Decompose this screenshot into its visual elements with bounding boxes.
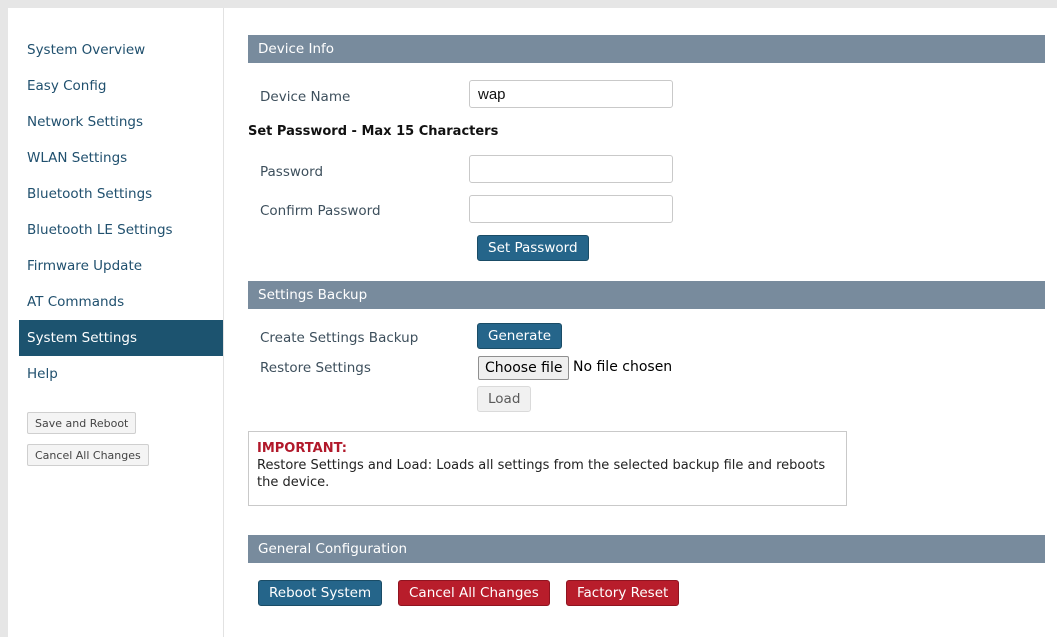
sidebar-item-network-settings[interactable]: Network Settings	[19, 104, 223, 140]
no-file-chosen-text: No file chosen	[573, 359, 673, 375]
sidebar-item-wlan-settings[interactable]: WLAN Settings	[19, 140, 223, 176]
password-input[interactable]	[469, 155, 673, 183]
sidebar-item-system-overview[interactable]: System Overview	[19, 32, 223, 68]
restore-settings-label: Restore Settings	[260, 360, 371, 376]
sidebar-item-easy-config[interactable]: Easy Config	[19, 68, 223, 104]
notice-heading: IMPORTANT:	[257, 441, 347, 456]
choose-file-button[interactable]: Choose file	[478, 356, 570, 380]
device-name-input[interactable]	[469, 80, 673, 108]
sidebar-item-bluetooth-settings[interactable]: Bluetooth Settings	[19, 176, 223, 212]
sidebar-item-system-settings[interactable]: System Settings	[19, 320, 223, 356]
app-window: System Overview Easy Config Network Sett…	[8, 8, 1057, 637]
device-info-header: Device Info	[248, 35, 1045, 63]
general-configuration-header: General Configuration	[248, 535, 1045, 563]
cancel-all-changes-button[interactable]: Cancel All Changes	[398, 580, 550, 606]
reboot-system-button[interactable]: Reboot System	[258, 580, 383, 606]
set-password-heading: Set Password - Max 15 Characters	[248, 124, 499, 139]
settings-backup-header: Settings Backup	[248, 281, 1045, 309]
device-name-label: Device Name	[260, 89, 351, 105]
confirm-password-input[interactable]	[469, 195, 673, 223]
generate-button[interactable]: Generate	[477, 323, 563, 349]
create-settings-backup-label: Create Settings Backup	[260, 330, 419, 346]
sidebar-cancel-all-changes-button[interactable]: Cancel All Changes	[27, 444, 149, 466]
sidebar-item-bluetooth-le-settings[interactable]: Bluetooth LE Settings	[19, 212, 223, 248]
notice-body: Restore Settings and Load: Loads all set…	[257, 458, 826, 490]
factory-reset-button[interactable]: Factory Reset	[566, 580, 680, 606]
main-content: Device Info Device Name Set Password - M…	[248, 8, 1049, 637]
important-notice: IMPORTANT: Restore Settings and Load: Lo…	[248, 431, 847, 506]
confirm-password-label: Confirm Password	[260, 203, 381, 219]
sidebar-item-help[interactable]: Help	[19, 356, 223, 392]
sidebar-item-firmware-update[interactable]: Firmware Update	[19, 248, 223, 284]
save-and-reboot-button[interactable]: Save and Reboot	[27, 412, 137, 434]
sidebar-item-at-commands[interactable]: AT Commands	[19, 284, 223, 320]
password-label: Password	[260, 164, 324, 180]
sidebar-menu: System Overview Easy Config Network Sett…	[19, 32, 223, 392]
set-password-button[interactable]: Set Password	[477, 235, 589, 261]
sidebar: System Overview Easy Config Network Sett…	[8, 8, 224, 637]
load-button[interactable]: Load	[477, 386, 532, 412]
